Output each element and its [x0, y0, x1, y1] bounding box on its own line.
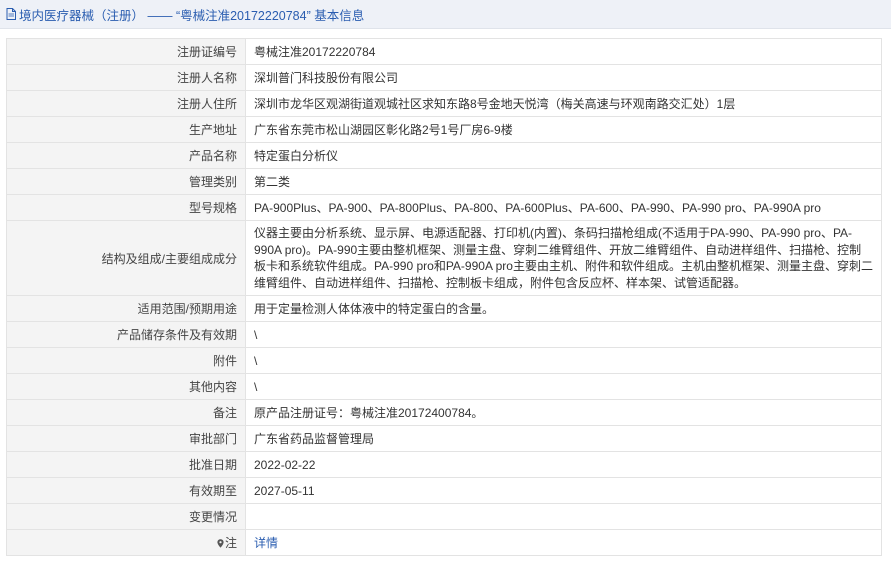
table-row-approval-dept: 审批部门 广东省药品监督管理局 [6, 425, 882, 452]
row-value: 特定蛋白分析仪 [245, 142, 882, 169]
row-label: 型号规格 [6, 194, 246, 221]
note-value-cell: 详情 [245, 529, 882, 556]
row-value: 第二类 [245, 168, 882, 195]
row-label: 管理类别 [6, 168, 246, 195]
table-row-other: 其他内容 \ [6, 373, 882, 400]
row-value: 仪器主要由分析系统、显示屏、电源适配器、打印机(内置)、条码扫描枪组成(不适用于… [245, 220, 882, 296]
table-row-intended-use: 适用范围/预期用途 用于定量检测人体体液中的特定蛋白的含量。 [6, 295, 882, 322]
row-label: 注册人住所 [6, 90, 246, 117]
row-value: \ [245, 373, 882, 400]
table-row-registrant-name: 注册人名称 深圳普门科技股份有限公司 [6, 64, 882, 91]
row-label: 注册人名称 [6, 64, 246, 91]
note-label-cell: 注 [6, 529, 246, 556]
row-value: 深圳普门科技股份有限公司 [245, 64, 882, 91]
row-value: 2027-05-11 [245, 477, 882, 504]
document-icon [6, 8, 16, 20]
page-title: 境内医疗器械（注册） —— “粤械注准20172220784” 基本信息 [19, 8, 365, 23]
row-value: 粤械注准20172220784 [245, 38, 882, 65]
table-row-storage: 产品储存条件及有效期 \ [6, 321, 882, 348]
row-value: PA-900Plus、PA-900、PA-800Plus、PA-800、PA-6… [245, 194, 882, 221]
row-value: \ [245, 347, 882, 374]
row-label: 有效期至 [6, 477, 246, 504]
row-label: 产品名称 [6, 142, 246, 169]
table-row-management-class: 管理类别 第二类 [6, 168, 882, 195]
note-label: 注 [224, 536, 237, 550]
row-value: 原产品注册证号：粤械注准20172400784。 [245, 399, 882, 426]
row-label: 变更情况 [6, 503, 246, 530]
page-header: 境内医疗器械（注册） —— “粤械注准20172220784” 基本信息 [0, 0, 891, 29]
row-value: 深圳市龙华区观湖街道观城社区求知东路8号金地天悦湾（梅关高速与环观南路交汇处）1… [245, 90, 882, 117]
row-value: 用于定量检测人体体液中的特定蛋白的含量。 [245, 295, 882, 322]
row-label: 审批部门 [6, 425, 246, 452]
row-label: 其他内容 [6, 373, 246, 400]
table-row-approval-date: 批准日期 2022-02-22 [6, 451, 882, 478]
row-label: 产品储存条件及有效期 [6, 321, 246, 348]
table-row-change-info: 变更情况 [6, 503, 882, 530]
pin-icon [217, 539, 224, 548]
table-row-structure: 结构及组成/主要组成成分 仪器主要由分析系统、显示屏、电源适配器、打印机(内置)… [6, 220, 882, 296]
row-label: 结构及组成/主要组成成分 [6, 220, 246, 296]
row-label: 生产地址 [6, 116, 246, 143]
row-label: 批准日期 [6, 451, 246, 478]
table-row-attachment: 附件 \ [6, 347, 882, 374]
row-label: 备注 [6, 399, 246, 426]
table-row-remarks: 备注 原产品注册证号：粤械注准20172400784。 [6, 399, 882, 426]
row-label: 注册证编号 [6, 38, 246, 65]
row-value: \ [245, 321, 882, 348]
row-value: 广东省东莞市松山湖园区彰化路2号1号厂房6-9楼 [245, 116, 882, 143]
table-row-product-name: 产品名称 特定蛋白分析仪 [6, 142, 882, 169]
table-row-valid-until: 有效期至 2027-05-11 [6, 477, 882, 504]
table-row-production-address: 生产地址 广东省东莞市松山湖园区彰化路2号1号厂房6-9楼 [6, 116, 882, 143]
row-label: 附件 [6, 347, 246, 374]
info-table: 注册证编号 粤械注准20172220784 注册人名称 深圳普门科技股份有限公司… [6, 38, 882, 556]
row-value: 2022-02-22 [245, 451, 882, 478]
row-value: 广东省药品监督管理局 [245, 425, 882, 452]
row-label: 适用范围/预期用途 [6, 295, 246, 322]
table-row-note: 注 详情 [6, 529, 882, 556]
table-row-model-spec: 型号规格 PA-900Plus、PA-900、PA-800Plus、PA-800… [6, 194, 882, 221]
details-link[interactable]: 详情 [254, 536, 278, 550]
table-row-registrant-address: 注册人住所 深圳市龙华区观湖街道观城社区求知东路8号金地天悦湾（梅关高速与环观南… [6, 90, 882, 117]
row-value [245, 503, 882, 530]
table-row-registration-no: 注册证编号 粤械注准20172220784 [6, 38, 882, 65]
info-table-container: 注册证编号 粤械注准20172220784 注册人名称 深圳普门科技股份有限公司… [6, 38, 882, 556]
